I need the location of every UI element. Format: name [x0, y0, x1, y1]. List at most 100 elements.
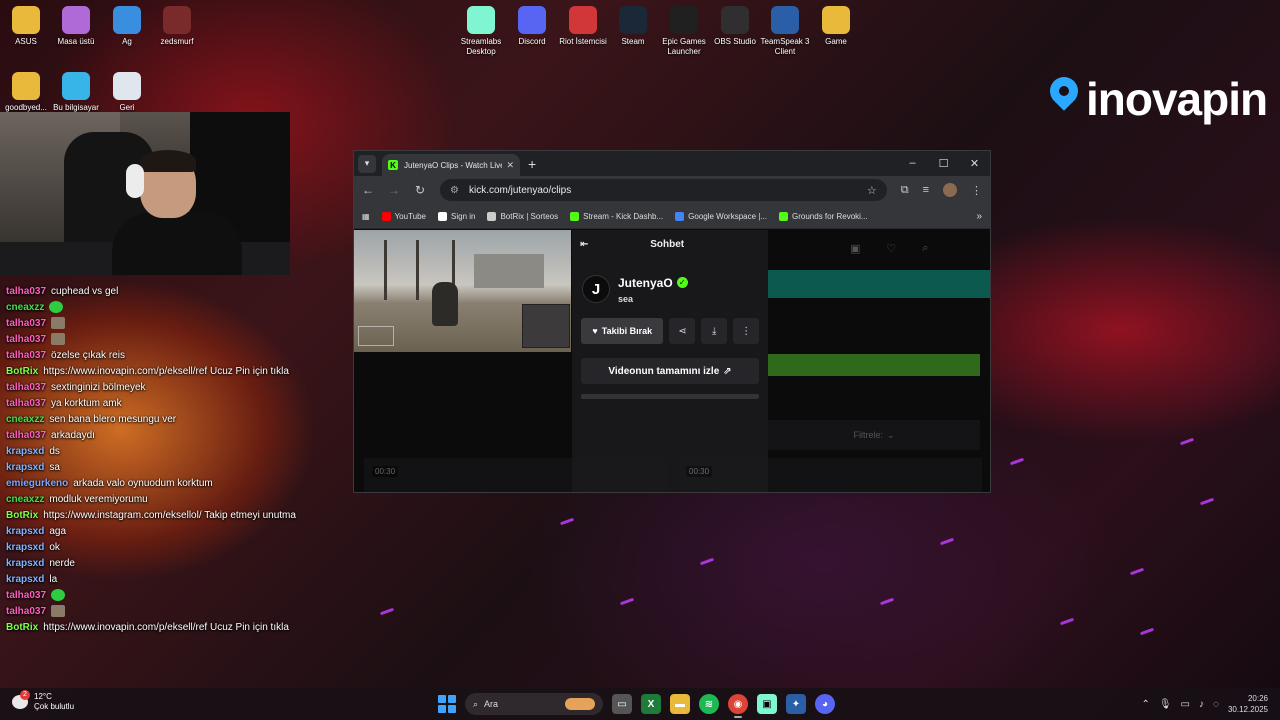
chat-message: BotRix https://www.instagram.com/eksellol… — [6, 508, 346, 524]
extensions-icon[interactable]: ⧉ — [901, 184, 909, 197]
bookmark-item[interactable]: YouTube — [381, 211, 426, 221]
watch-full-video-button[interactable]: Videonun tamamını izle ⇗ — [581, 358, 759, 384]
maximize-button[interactable]: ☐ — [928, 157, 959, 170]
excel-icon[interactable]: X — [641, 694, 661, 714]
bookmark-label: Stream - Kick Dashb... — [583, 211, 664, 221]
chat-text: cuphead vs gel — [51, 286, 119, 297]
clock-date: 30.12.2025 — [1227, 705, 1268, 714]
spark — [1009, 457, 1025, 466]
bookmarks-bar: ▦ YouTube Sign in BotRix | Sorteos Stream -… — [354, 204, 990, 229]
weather-widget[interactable]: 12°C Çok bulutlu — [12, 690, 74, 712]
app-icon — [569, 6, 597, 34]
spark — [1179, 437, 1195, 446]
apps-grid-icon[interactable]: ▦ — [362, 212, 370, 221]
back-icon[interactable]: ← — [362, 183, 374, 197]
app-icon — [822, 6, 850, 34]
chat-text: sa — [49, 462, 60, 473]
tab-title: JutenyaO Clips - Watch Live — [404, 160, 503, 170]
streamlabs-icon[interactable]: ▣ — [757, 694, 777, 714]
spark — [1199, 497, 1215, 506]
bookmark-item[interactable]: BotRix | Sorteos — [487, 211, 558, 221]
follow-bar[interactable] — [768, 354, 980, 376]
search-highlight-image — [565, 698, 595, 710]
url-text[interactable]: kick.com/jutenyao/clips — [469, 185, 571, 196]
watch-full-video-label: Videonun tamamını izle — [608, 365, 720, 377]
share-button[interactable]: ⋖ — [669, 318, 696, 344]
media-controls-icon[interactable]: ≡ — [923, 184, 929, 196]
more-options-button[interactable]: ⋮ — [733, 318, 760, 344]
channel-banner — [768, 270, 990, 298]
close-button[interactable]: ✕ — [959, 157, 990, 170]
browser-window: ▾ K JutenyaO Clips - Watch Live ✕ + – ☐ … — [353, 150, 991, 493]
bookmark-favicon-icon — [779, 211, 789, 221]
app-icon — [12, 72, 40, 100]
collapse-chat-icon[interactable]: ⇤ — [580, 239, 588, 250]
more-bookmarks-icon[interactable]: » — [976, 211, 982, 222]
bookmark-star-icon[interactable]: ☆ — [867, 184, 877, 197]
task-view-icon[interactable]: ▭ — [612, 694, 632, 714]
spark — [699, 557, 715, 566]
spark — [879, 597, 895, 606]
clip-video-player[interactable] — [354, 230, 571, 352]
filter-label: Filtrele: — [853, 430, 883, 440]
chat-message: talha037 — [6, 316, 346, 332]
window-controls: – ☐ ✕ — [897, 157, 990, 170]
desktop-icon[interactable]: Geri — [95, 72, 159, 113]
chat-username: krapsxd — [6, 446, 45, 457]
chat-message: krapsxd ok — [6, 540, 346, 556]
desktop-icon[interactable]: Game — [804, 6, 868, 47]
taskbar-search[interactable]: ⌕ Ara — [465, 693, 603, 715]
clock[interactable]: 20:26 30.12.2025 — [1228, 693, 1268, 715]
new-tab-button[interactable]: + — [528, 156, 536, 172]
menu-kebab-icon[interactable]: ⋮ — [971, 184, 982, 197]
download-button[interactable]: ⤓ — [701, 318, 728, 344]
chat-message: talha037 arkadaydı — [6, 428, 346, 444]
file-explorer-icon[interactable]: ▬ — [670, 694, 690, 714]
chat-text: modluk veremiyorumu — [49, 494, 148, 505]
emote-icon — [51, 605, 66, 618]
spotify-icon[interactable]: ≋ — [699, 694, 719, 714]
chat-message: talha037 sextinginizi bölmeyek — [6, 380, 346, 396]
desktop-icon[interactable]: zedsmurf — [145, 6, 209, 47]
network-icon[interactable]: ▭ — [1181, 699, 1190, 710]
app-icon — [163, 6, 191, 34]
heart-outline-icon[interactable]: ♡ — [886, 242, 896, 255]
address-bar[interactable]: ⚙ kick.com/jutenyao/clips ☆ — [440, 179, 887, 201]
chrome-icon[interactable]: ◉ — [728, 694, 748, 718]
chat-message: talha037 — [6, 332, 346, 348]
app-icon — [721, 6, 749, 34]
bookmark-favicon-icon — [487, 211, 497, 221]
forward-icon[interactable]: → — [388, 183, 400, 197]
app-icon — [62, 72, 90, 100]
tab-close-icon[interactable]: ✕ — [506, 160, 514, 171]
filter-dropdown[interactable]: Filtrele: ⌄ — [768, 420, 980, 450]
search-icon[interactable]: ⌕ — [922, 242, 928, 255]
reload-icon[interactable]: ↻ — [414, 183, 426, 197]
minimize-button[interactable]: – — [897, 157, 928, 170]
tab-search-button[interactable]: ▾ — [358, 154, 376, 173]
unfollow-button[interactable]: ♥ Takibi Bırak — [581, 318, 664, 344]
channel-avatar[interactable]: J — [582, 275, 610, 303]
system-tray: ⌃ 🎙 ▭ ♪ ◌ 20:26 30.12.2025 — [1141, 693, 1268, 715]
volume-icon[interactable]: ♪ — [1199, 699, 1204, 710]
tab-active[interactable]: K JutenyaO Clips - Watch Live ✕ — [382, 154, 520, 176]
bookmark-item[interactable]: Google Workspace |... — [675, 211, 767, 221]
microphone-icon[interactable]: 🎙 — [1159, 699, 1172, 710]
chat-username: cneaxzz — [6, 302, 45, 313]
discord-icon[interactable]: ◕ — [815, 694, 835, 714]
bookmark-item[interactable]: Stream - Kick Dashb... — [570, 211, 664, 221]
chevron-up-icon[interactable]: ⌃ — [1141, 699, 1149, 710]
profile-avatar[interactable] — [943, 183, 957, 197]
site-info-icon[interactable]: ⚙ — [450, 185, 459, 196]
clip-icon[interactable]: ▣ — [850, 242, 860, 255]
bookmark-item[interactable]: Grounds for Revoki... — [779, 211, 868, 221]
clip-thumbnail[interactable]: 00:30 — [678, 458, 982, 492]
network-app-icon[interactable]: ✦ — [786, 694, 806, 714]
chat-username: talha037 — [6, 334, 47, 345]
bookmark-item[interactable]: Sign in — [438, 211, 475, 221]
chat-message: krapsxd sa — [6, 460, 346, 476]
start-button[interactable] — [438, 695, 456, 713]
channel-name[interactable]: JutenyaO — [618, 276, 673, 290]
vpn-icon[interactable]: ◌ — [1213, 699, 1219, 710]
clip-thumbnail[interactable]: 00:30 — [364, 458, 668, 492]
